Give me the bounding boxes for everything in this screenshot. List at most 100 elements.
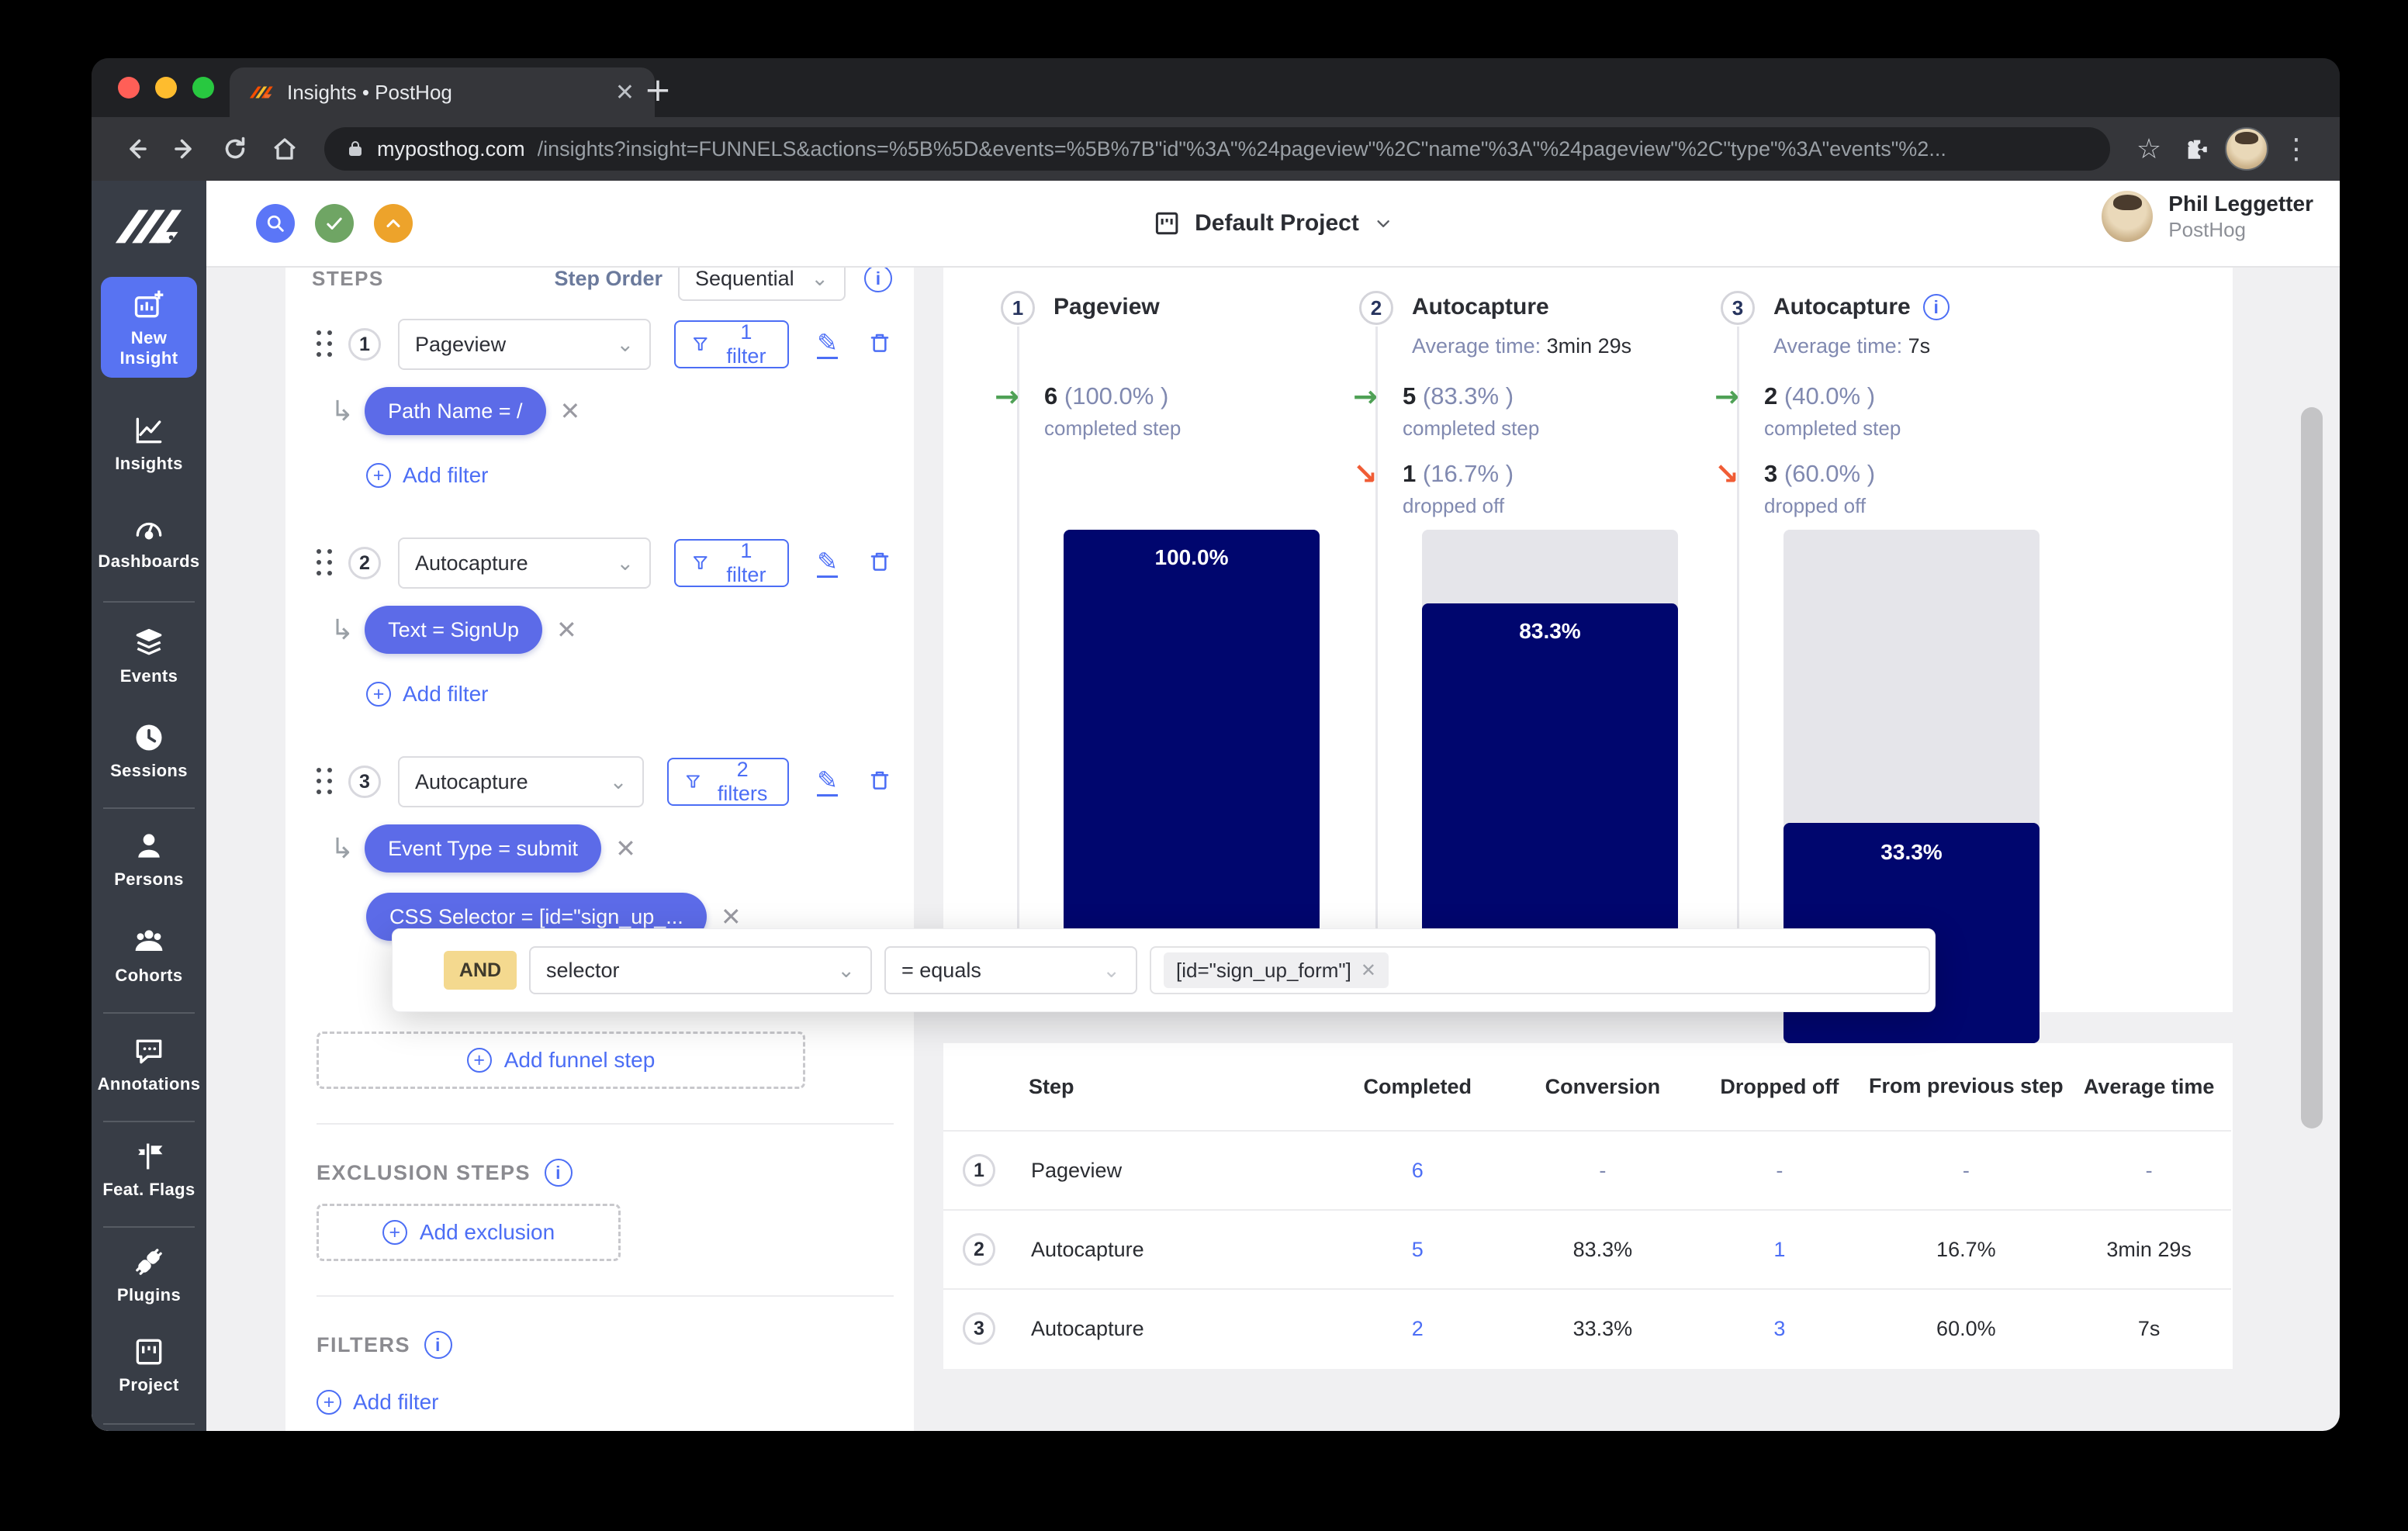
funnel-bar-1[interactable]	[1064, 530, 1320, 969]
table-row[interactable]: 3Autocapture 2 33.3% 3 60.0% 7s	[943, 1289, 2231, 1367]
row-completed-link[interactable]: 5	[1323, 1210, 1511, 1289]
scrollbar-thumb[interactable]	[2301, 407, 2323, 1128]
add-filter-link[interactable]: + Add filter	[366, 463, 914, 488]
drag-handle-icon[interactable]	[317, 549, 334, 578]
status-check-button[interactable]	[315, 204, 354, 243]
operator-select[interactable]: = equals ⌄	[884, 946, 1137, 994]
step-order-label: Step Order	[554, 268, 663, 291]
table-row[interactable]: 1Pageview 6 - - - -	[943, 1131, 2231, 1210]
sidebar-item-insights[interactable]: Insights	[115, 413, 183, 474]
funnel-bar-1-label: 100.0%	[1064, 545, 1320, 570]
browser-menu-kebab-icon[interactable]: ⋮	[2276, 129, 2316, 169]
plus-circle-icon: +	[467, 1048, 492, 1073]
info-icon[interactable]: i	[424, 1331, 452, 1359]
funnel-filter-icon	[684, 772, 702, 792]
property-filter-popup: AND selector ⌄ = equals ⌄ [id="sign_up_f…	[392, 928, 1936, 1012]
step-filter-count-button[interactable]: 1 filter	[674, 539, 789, 587]
sidebar-item-feature-flags[interactable]: Feat. Flags	[102, 1139, 195, 1200]
add-global-filter-link[interactable]: + Add filter	[317, 1390, 894, 1415]
close-window-button[interactable]	[118, 77, 140, 98]
funnel-bar-2-label: 83.3%	[1422, 619, 1678, 644]
filters-label: FILTERS	[317, 1333, 410, 1357]
filter-count-label: 1 filter	[721, 539, 773, 587]
remove-filter-icon[interactable]: ✕	[556, 615, 577, 645]
step-event-select[interactable]: Autocapture ⌄	[398, 537, 651, 589]
step-event-select[interactable]: Autocapture ⌄	[398, 756, 644, 807]
bookmark-star-icon[interactable]: ☆	[2129, 129, 2169, 169]
tab-close-icon[interactable]: ✕	[615, 79, 635, 106]
remove-value-icon[interactable]: ✕	[1361, 959, 1376, 981]
sidebar-item-new-insight[interactable]: New Insight	[101, 277, 197, 378]
browser-tab[interactable]: Insights • PostHog ✕	[230, 67, 655, 117]
sidebar-item-label: Feat. Flags	[102, 1180, 195, 1200]
home-icon[interactable]	[264, 128, 306, 170]
minimize-window-button[interactable]	[155, 77, 177, 98]
step-connector-line	[1737, 327, 1739, 969]
browser-profile-avatar[interactable]	[2225, 127, 2268, 171]
property-key-select[interactable]: selector ⌄	[529, 946, 872, 994]
property-filter-pill[interactable]: Text = SignUp	[365, 606, 542, 654]
trash-icon[interactable]	[867, 330, 892, 359]
sidebar-item-cohorts[interactable]: Cohorts	[115, 925, 182, 986]
url-bar[interactable]: myposthog.com/insights?insight=FUNNELS&a…	[324, 127, 2110, 171]
property-filter-pill[interactable]: Event Type = submit	[365, 824, 601, 873]
user-menu[interactable]: Phil Leggetter PostHog	[2102, 190, 2313, 243]
sidebar-divider	[103, 1121, 195, 1122]
row-completed-link[interactable]: 6	[1323, 1131, 1511, 1210]
back-icon[interactable]	[115, 128, 157, 170]
property-value-input[interactable]: [id="sign_up_form"] ✕	[1150, 946, 1930, 994]
edit-pencil-icon[interactable]: ✎	[817, 330, 838, 359]
project-switcher[interactable]: Default Project	[1153, 181, 1393, 266]
scroll-top-button[interactable]	[374, 204, 413, 243]
section-divider	[317, 1123, 894, 1125]
add-filter-link[interactable]: + Add filter	[366, 682, 914, 707]
edit-pencil-icon[interactable]: ✎	[817, 549, 838, 578]
extensions-puzzle-icon[interactable]	[2177, 129, 2217, 169]
info-icon[interactable]: i	[545, 1159, 573, 1187]
row-conversion: 83.3%	[1511, 1210, 1694, 1289]
step-order-select[interactable]: Sequential ⌄	[678, 268, 846, 301]
trash-icon[interactable]	[867, 549, 892, 578]
sidebar-item-project[interactable]: Project	[119, 1335, 178, 1395]
remove-filter-icon[interactable]: ✕	[721, 902, 742, 931]
new-tab-button[interactable]: +	[639, 71, 676, 108]
funnel-bar-2[interactable]	[1422, 603, 1678, 969]
reload-icon[interactable]	[214, 128, 256, 170]
sidebar-item-persons[interactable]: Persons	[114, 829, 184, 890]
layers-icon	[132, 626, 166, 660]
sidebar-item-sessions[interactable]: Sessions	[110, 721, 188, 781]
edit-pencil-icon[interactable]: ✎	[817, 768, 838, 797]
funnel-steps-panel: STEPS Step Order Sequential ⌄ i 1 Pa	[285, 268, 914, 1431]
dropped-stat: 3 (60.0% )	[1764, 460, 1875, 488]
info-icon[interactable]: i	[864, 268, 892, 292]
drag-handle-icon[interactable]	[317, 330, 334, 359]
row-dropped-link[interactable]: 3	[1694, 1289, 1865, 1367]
sidebar-item-annotations[interactable]: Annotations	[98, 1034, 201, 1094]
step-event-select[interactable]: Pageview ⌄	[398, 319, 651, 370]
row-completed-link[interactable]: 2	[1323, 1289, 1511, 1367]
posthog-logo[interactable]	[112, 207, 186, 246]
trash-icon[interactable]	[867, 768, 892, 797]
add-funnel-step-button[interactable]: + Add funnel step	[317, 1032, 805, 1089]
remove-filter-icon[interactable]: ✕	[560, 396, 581, 426]
sidebar-item-events[interactable]: Events	[120, 626, 178, 686]
search-button[interactable]	[256, 204, 295, 243]
funnel-table-panel: Step Completed Conversion Dropped off Fr…	[943, 1043, 2233, 1369]
step-number-badge: 1	[348, 328, 381, 361]
forward-icon[interactable]	[164, 128, 206, 170]
remove-filter-icon[interactable]: ✕	[615, 834, 636, 863]
add-exclusion-button[interactable]: + Add exclusion	[317, 1204, 621, 1261]
sidebar-item-plugins[interactable]: Plugins	[117, 1245, 181, 1305]
info-icon[interactable]: i	[1923, 294, 1950, 320]
step-filter-count-button[interactable]: 1 filter	[674, 320, 789, 368]
step-filter-count-button[interactable]: 2 filters	[667, 758, 789, 806]
maximize-window-button[interactable]	[192, 77, 214, 98]
row-step-name: Autocapture	[1031, 1317, 1144, 1341]
row-from-previous: 16.7%	[1865, 1210, 2067, 1289]
drag-handle-icon[interactable]	[317, 768, 334, 797]
completed-count: 2	[1764, 382, 1777, 410]
sidebar-item-dashboards[interactable]: Dashboards	[98, 511, 199, 572]
table-row[interactable]: 2Autocapture 5 83.3% 1 16.7% 3min 29s	[943, 1210, 2231, 1289]
row-dropped-link[interactable]: 1	[1694, 1210, 1865, 1289]
property-filter-pill[interactable]: Path Name = /	[365, 387, 545, 435]
